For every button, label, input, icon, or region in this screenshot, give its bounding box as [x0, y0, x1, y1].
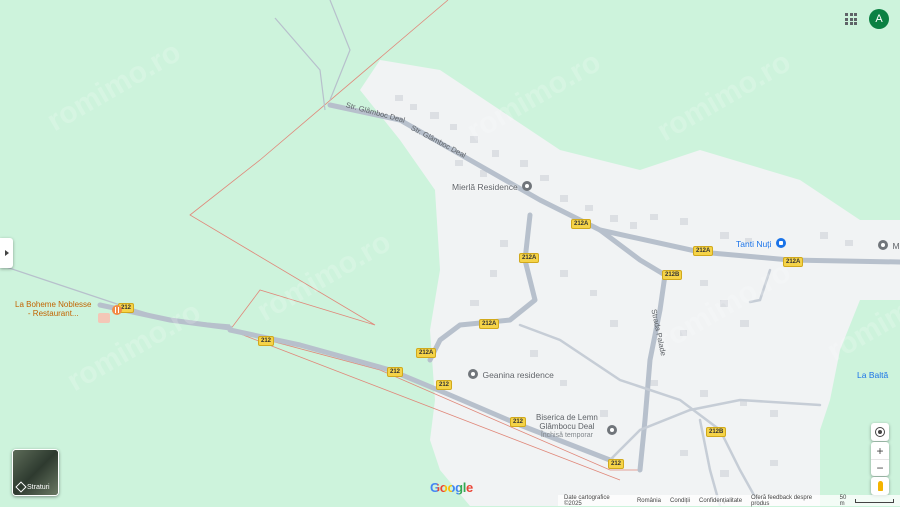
road-shield: 212A — [571, 219, 592, 229]
scale-line — [854, 498, 894, 503]
feedback-link[interactable]: Oferă feedback despre produs — [751, 495, 831, 507]
location-pin-icon — [522, 180, 533, 191]
terms-link[interactable]: Condiții — [670, 498, 690, 504]
zoom-controls: + − — [871, 442, 889, 476]
road-shield: 212A — [693, 246, 714, 256]
scale-label: 50 m — [839, 494, 847, 507]
road-shield: 212 — [608, 459, 625, 469]
poi-label: Glâmbocu Deal — [539, 422, 595, 431]
road-shield: 212A — [783, 257, 804, 267]
google-logo: Google — [430, 480, 473, 495]
layers-button[interactable]: Straturi — [12, 449, 59, 496]
poi-cut-off[interactable]: M — [878, 236, 900, 254]
poi-label: Geanina residence — [482, 370, 554, 380]
road-shield: 212A — [416, 348, 437, 358]
privacy-link[interactable]: Confidențialitate — [699, 498, 742, 504]
apps-grid-icon[interactable] — [845, 13, 857, 25]
my-location-button[interactable] — [871, 423, 889, 441]
zoom-out-button[interactable]: − — [871, 460, 889, 476]
poi-la-boheme[interactable]: La Boheme Noblesse - Restaurant... — [15, 300, 92, 318]
scale-bar[interactable]: 50 m — [840, 495, 894, 507]
zoom-in-button[interactable]: + — [871, 442, 889, 460]
chevron-right-icon — [4, 250, 9, 256]
poi-status: Închisă temporar — [540, 432, 593, 439]
road-shield: 212B — [706, 427, 727, 437]
poi-label: Tanti Nuți — [736, 239, 772, 249]
shopping-bag-icon — [775, 237, 786, 248]
road-shield: 212 — [387, 367, 404, 377]
expand-side-panel-button[interactable] — [0, 238, 13, 268]
road-shield: 212 — [436, 380, 453, 390]
poi-label: - Restaurant... — [27, 309, 79, 318]
poi-label: M — [892, 241, 900, 251]
poi-mierla[interactable]: Mierlă Residence — [452, 177, 533, 195]
restaurant-marker — [98, 313, 110, 323]
location-pin-icon — [878, 239, 888, 250]
road-shield: 212B — [662, 270, 683, 280]
road-shield: 212 — [258, 336, 275, 346]
map-data-attribution: Date cartografice ©2025 — [564, 494, 610, 507]
map-footer: Date cartografice ©2025 România Condiții… — [558, 494, 900, 507]
poi-biserica[interactable]: Biserica de Lemn Glâmbocu Deal Închisă t… — [536, 413, 598, 440]
poi-label: La Boheme Noblesse — [15, 300, 92, 309]
road-shield: 212 — [510, 417, 527, 427]
layers-label: Straturi — [27, 483, 50, 491]
avatar[interactable]: A — [869, 9, 889, 29]
poi-label: Mierlă Residence — [452, 182, 518, 192]
location-pin-icon — [468, 368, 478, 379]
layers-icon — [15, 481, 27, 493]
street-view-button[interactable] — [871, 477, 889, 495]
region-link[interactable]: România — [637, 498, 661, 504]
road-shield: 212A — [479, 319, 500, 329]
road-shield: 212A — [519, 253, 540, 263]
church-icon[interactable] — [607, 424, 617, 435]
poi-geanina[interactable]: Geanina residence — [468, 365, 554, 383]
poi-la-balta[interactable]: La Baltă — [857, 370, 888, 380]
poi-tanti-nuti[interactable]: Tanti Nuți — [736, 234, 786, 252]
poi-label: Biserica de Lemn — [536, 413, 598, 422]
crosshair-icon — [875, 427, 885, 437]
pegman-icon — [877, 481, 883, 491]
